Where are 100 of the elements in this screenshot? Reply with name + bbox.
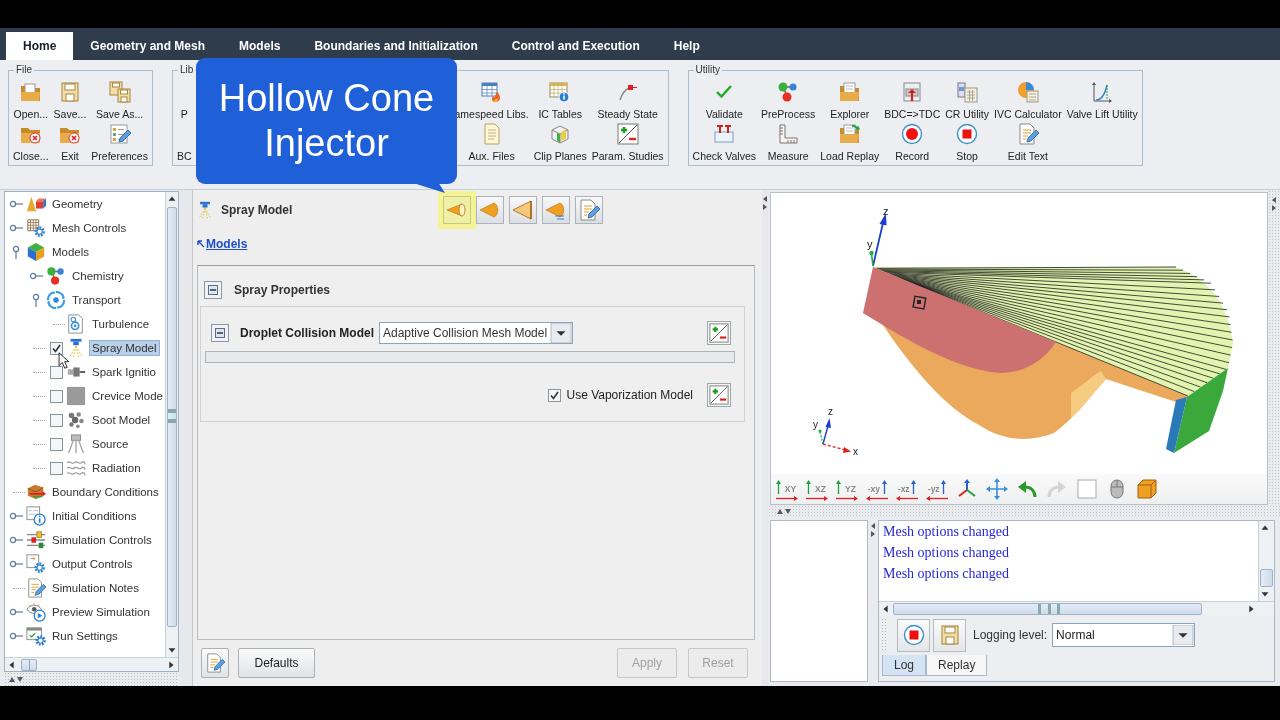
back-link[interactable]: Models xyxy=(197,237,248,251)
tree-item[interactable]: Source xyxy=(89,436,132,452)
waves-icon xyxy=(66,458,86,478)
ribbon-button[interactable]: Param. Studies xyxy=(591,123,664,162)
checkbox[interactable] xyxy=(49,365,63,379)
checkbox[interactable] xyxy=(49,413,63,427)
left-arrow-icon xyxy=(896,496,918,501)
ribbon-button[interactable]: BC xyxy=(176,150,192,162)
ribbon-button[interactable]: CR Utility xyxy=(945,81,989,120)
checkbox[interactable] xyxy=(49,389,63,403)
ribbon-button[interactable]: IVC Calculator xyxy=(994,81,1062,120)
left-arrow-icon xyxy=(866,496,888,501)
ribbon-tab[interactable]: Models xyxy=(222,32,298,60)
horizontal-scrollbar[interactable] xyxy=(5,657,178,671)
dropdown[interactable]: Adaptive Collision Mesh Model xyxy=(379,322,573,344)
collapse-button[interactable] xyxy=(204,281,222,299)
checkbox-label[interactable]: Use Vaporization Model xyxy=(566,388,693,402)
tree-item[interactable]: Models xyxy=(49,244,93,260)
ribbon-button[interactable]: Save As... xyxy=(95,81,144,120)
checkbox[interactable] xyxy=(548,388,562,402)
injector-type-button[interactable] xyxy=(476,196,504,224)
tree-item[interactable]: Spray Model xyxy=(89,340,160,356)
ribbon-button[interactable]: Edit Text xyxy=(1007,123,1048,162)
splitter-arrows-icon[interactable] xyxy=(762,195,768,211)
plus-minus-button[interactable] xyxy=(707,321,731,345)
checkbox[interactable] xyxy=(49,341,63,355)
caret-icon[interactable] xyxy=(550,323,572,343)
injector-type-button[interactable] xyxy=(542,196,570,224)
splitter-arrows-icon[interactable] xyxy=(776,507,792,515)
plus-minus-button[interactable] xyxy=(707,383,731,407)
tree-item[interactable]: Simulation Controls xyxy=(49,532,155,548)
ribbon-button[interactable]: Stop xyxy=(956,123,979,162)
tree-item[interactable]: Output Controls xyxy=(49,556,136,572)
ribbon-button[interactable]: Aux. Files xyxy=(468,123,515,162)
ribbon-button[interactable]: Check Valves xyxy=(692,123,756,162)
ribbon-tab[interactable]: Boundaries and Initialization xyxy=(297,32,495,60)
ribbon-button[interactable]: Record xyxy=(895,123,930,162)
tree-item[interactable]: Turbulence xyxy=(89,316,153,332)
ribbon-button[interactable]: Preferences xyxy=(91,123,148,162)
horizontal-scrollbar[interactable] xyxy=(879,601,1274,615)
tree-item[interactable]: Preview Simulation xyxy=(49,604,153,620)
ribbon-button[interactable]: Steady State xyxy=(597,81,658,120)
footer-button[interactable]: Defaults xyxy=(238,648,315,678)
scrollbar-thumb[interactable] xyxy=(21,658,37,671)
ribbon-button[interactable]: PreProcess xyxy=(761,81,816,120)
injector-type-button[interactable] xyxy=(509,196,537,224)
view-tool-button[interactable] xyxy=(1134,476,1160,502)
caret-icon[interactable] xyxy=(1172,625,1195,645)
model-viewport[interactable]: z y z y x XY XZ YZ -xy -xz -yz xyxy=(770,192,1268,505)
save-button[interactable] xyxy=(933,618,966,652)
tree-item[interactable]: Chemistry xyxy=(69,268,127,284)
splitter-arrows-icon[interactable] xyxy=(1271,196,1277,212)
collapse-button[interactable] xyxy=(211,324,229,342)
vertical-scrollbar[interactable] xyxy=(1258,521,1274,601)
ribbon-tab[interactable]: Help xyxy=(656,32,717,60)
splitter-arrows-icon[interactable] xyxy=(870,522,876,538)
up-arrow-icon xyxy=(911,479,917,494)
ribbon-button[interactable]: Measure xyxy=(767,123,809,162)
ribbon-button[interactable]: Valve Lift Utility xyxy=(1066,81,1138,120)
vertical-scrollbar[interactable] xyxy=(165,192,178,657)
tree-item[interactable]: Geometry xyxy=(49,196,106,212)
tree-item[interactable]: Run Settings xyxy=(49,628,121,644)
logging-level-dropdown[interactable]: Normal xyxy=(1052,623,1196,647)
edit-button[interactable] xyxy=(201,648,229,678)
ribbon-button[interactable]: Exit xyxy=(58,123,81,162)
log-tab[interactable]: Replay xyxy=(926,655,988,676)
folder-arrow-icon xyxy=(838,123,861,145)
scrollbar-thumb[interactable] xyxy=(893,602,1202,615)
checkbox[interactable] xyxy=(49,461,63,475)
injector-type-button[interactable] xyxy=(575,196,603,224)
ribbon-tab[interactable]: Geometry and Mesh xyxy=(73,32,223,60)
tree-item[interactable]: Spark Ignitio xyxy=(89,364,159,380)
ribbon-button[interactable]: Open... xyxy=(13,81,49,120)
log-tab[interactable]: Log xyxy=(882,655,927,676)
ribbon-button[interactable]: Validate xyxy=(705,81,743,120)
tree-item[interactable]: Soot Model xyxy=(89,412,154,428)
tree-item[interactable]: Radiation xyxy=(89,460,144,476)
ribbon-button[interactable]: amespeed Libs. xyxy=(454,81,529,120)
splitter-arrows-icon[interactable] xyxy=(8,675,24,683)
stop-button[interactable] xyxy=(897,618,930,652)
tree-item[interactable]: Transport xyxy=(69,292,124,308)
view-tool-button[interactable] xyxy=(984,476,1010,502)
ribbon-button[interactable]: Explorer xyxy=(830,81,870,120)
ribbon-button[interactable]: P xyxy=(180,108,188,120)
ribbon-button[interactable]: Close... xyxy=(13,123,49,162)
ribbon-button[interactable]: Clip Planes xyxy=(533,123,587,162)
ribbon-button[interactable]: Load Replay xyxy=(820,123,880,162)
checkbox[interactable] xyxy=(49,437,63,451)
scrollbar-thumb[interactable] xyxy=(167,207,177,627)
tree-item[interactable]: Initial Conditions xyxy=(49,508,140,524)
tree-item[interactable]: Boundary Conditions xyxy=(49,484,162,500)
scrollbar-thumb[interactable] xyxy=(1260,569,1273,587)
ribbon-tab[interactable]: Control and Execution xyxy=(494,32,657,60)
tree-item[interactable]: Simulation Notes xyxy=(49,580,142,596)
ribbon-button[interactable]: IC Tables xyxy=(538,81,582,120)
tree-item[interactable]: Crevice Mode xyxy=(89,388,165,404)
ribbon-button[interactable]: BDC=>TDC xyxy=(884,81,941,120)
tree-item[interactable]: Mesh Controls xyxy=(49,220,130,236)
ribbon-tab[interactable]: Home xyxy=(6,32,74,60)
ribbon-button[interactable]: Save... xyxy=(53,81,87,120)
